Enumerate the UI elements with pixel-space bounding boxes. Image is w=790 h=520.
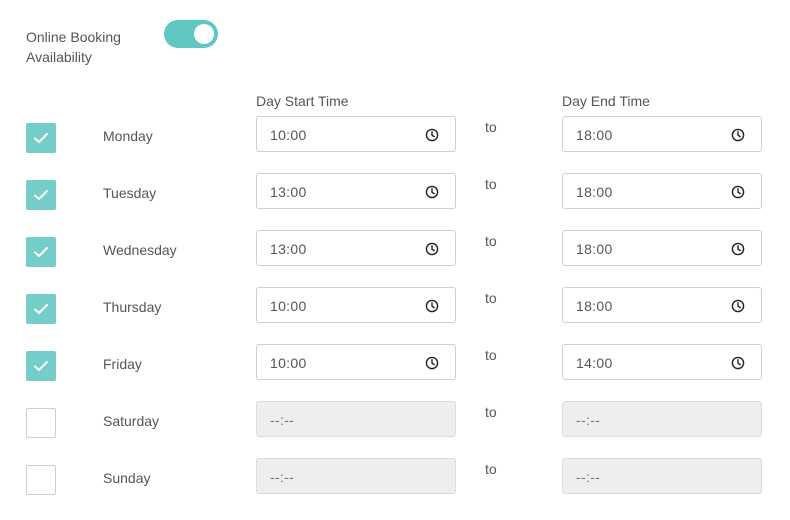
availability-label-line2: Availability: [26, 49, 92, 65]
start-time-value: --:--: [270, 412, 295, 428]
clock-icon[interactable]: [731, 185, 745, 199]
day-row-wednesday: Wednesday 13:00 to 18:00: [0, 230, 790, 270]
wednesday-label: Wednesday: [103, 242, 177, 258]
to-label: to: [485, 347, 497, 363]
day-row-tuesday: Tuesday 13:00 to 18:00: [0, 173, 790, 213]
day-row-thursday: Thursday 10:00 to 18:00: [0, 287, 790, 327]
end-time-value: 14:00: [576, 355, 613, 371]
wednesday-checkbox[interactable]: [26, 237, 56, 267]
clock-icon[interactable]: [731, 299, 745, 313]
friday-start-time-input[interactable]: 10:00: [256, 344, 456, 380]
saturday-start-time-input[interactable]: --:--: [256, 401, 456, 437]
end-time-value: 18:00: [576, 298, 613, 314]
start-time-value: 10:00: [270, 298, 307, 314]
saturday-end-time-input[interactable]: --:--: [562, 401, 762, 437]
end-time-value: --:--: [576, 469, 601, 485]
day-end-time-header: Day End Time: [562, 93, 650, 109]
tuesday-end-time-input[interactable]: 18:00: [562, 173, 762, 209]
saturday-label: Saturday: [103, 413, 160, 429]
clock-icon[interactable]: [731, 242, 745, 256]
online-booking-toggle[interactable]: [164, 20, 218, 48]
monday-checkbox[interactable]: [26, 123, 56, 153]
day-row-saturday: Saturday --:-- to --:--: [0, 401, 790, 441]
end-time-value: 18:00: [576, 241, 613, 257]
day-start-time-header: Day Start Time: [256, 93, 349, 109]
sunday-checkbox[interactable]: [26, 465, 56, 495]
to-label: to: [485, 461, 497, 477]
availability-label: Online Booking Availability: [26, 27, 121, 67]
wednesday-end-time-input[interactable]: 18:00: [562, 230, 762, 266]
start-time-value: --:--: [270, 469, 295, 485]
tuesday-checkbox[interactable]: [26, 180, 56, 210]
thursday-label: Thursday: [103, 299, 162, 315]
to-label: to: [485, 404, 497, 420]
thursday-checkbox[interactable]: [26, 294, 56, 324]
availability-label-line1: Online Booking: [26, 29, 121, 45]
clock-icon[interactable]: [425, 128, 439, 142]
friday-end-time-input[interactable]: 14:00: [562, 344, 762, 380]
day-row-sunday: Sunday --:-- to --:--: [0, 458, 790, 498]
clock-icon[interactable]: [425, 299, 439, 313]
start-time-value: 10:00: [270, 355, 307, 371]
friday-checkbox[interactable]: [26, 351, 56, 381]
to-label: to: [485, 290, 497, 306]
day-row-monday: Monday 10:00 to 18:00: [0, 116, 790, 156]
clock-icon[interactable]: [731, 128, 745, 142]
end-time-value: --:--: [576, 412, 601, 428]
sunday-label: Sunday: [103, 470, 151, 486]
to-label: to: [485, 119, 497, 135]
sunday-end-time-input[interactable]: --:--: [562, 458, 762, 494]
clock-icon[interactable]: [425, 242, 439, 256]
start-time-value: 13:00: [270, 184, 307, 200]
day-row-friday: Friday 10:00 to 14:00: [0, 344, 790, 384]
friday-label: Friday: [103, 356, 142, 372]
wednesday-start-time-input[interactable]: 13:00: [256, 230, 456, 266]
sunday-start-time-input[interactable]: --:--: [256, 458, 456, 494]
start-time-value: 10:00: [270, 127, 307, 143]
to-label: to: [485, 176, 497, 192]
thursday-start-time-input[interactable]: 10:00: [256, 287, 456, 323]
to-label: to: [485, 233, 497, 249]
tuesday-label: Tuesday: [103, 185, 157, 201]
monday-label: Monday: [103, 128, 153, 144]
monday-end-time-input[interactable]: 18:00: [562, 116, 762, 152]
thursday-end-time-input[interactable]: 18:00: [562, 287, 762, 323]
start-time-value: 13:00: [270, 241, 307, 257]
end-time-value: 18:00: [576, 184, 613, 200]
tuesday-start-time-input[interactable]: 13:00: [256, 173, 456, 209]
booking-availability-form: Online Booking Availability Day Start Ti…: [0, 0, 790, 520]
monday-start-time-input[interactable]: 10:00: [256, 116, 456, 152]
clock-icon[interactable]: [425, 356, 439, 370]
clock-icon[interactable]: [731, 356, 745, 370]
toggle-knob: [194, 24, 214, 44]
clock-icon[interactable]: [425, 185, 439, 199]
end-time-value: 18:00: [576, 127, 613, 143]
saturday-checkbox[interactable]: [26, 408, 56, 438]
